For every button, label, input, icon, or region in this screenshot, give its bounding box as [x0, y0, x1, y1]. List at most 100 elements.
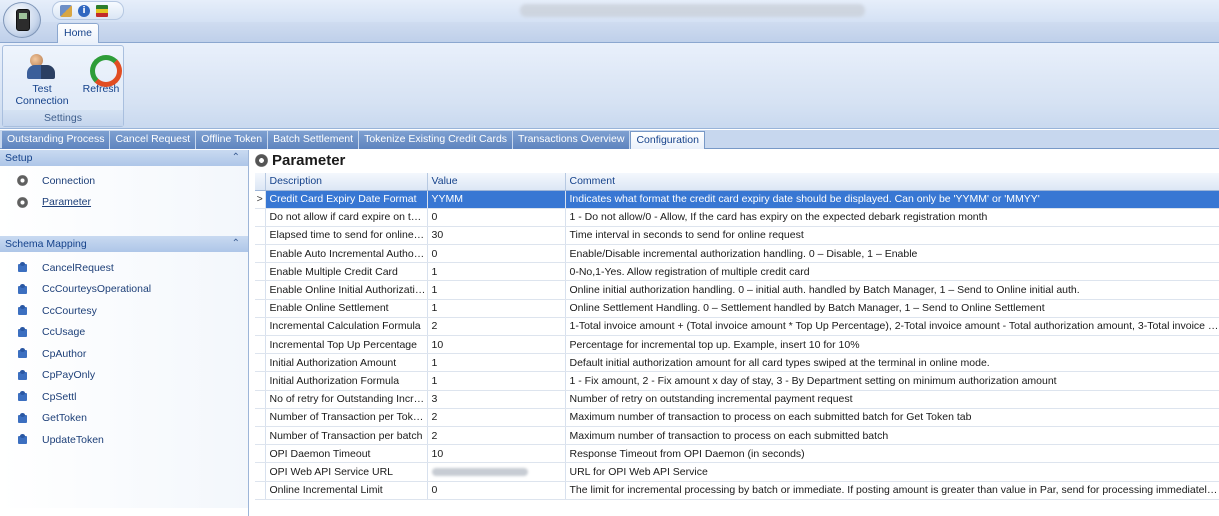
table-row[interactable]: Initial Authorization Amount 1 Default ini…: [255, 353, 1219, 373]
cell-comment[interactable]: The limit for incremental processing by …: [565, 481, 1219, 500]
cell-value-redacted[interactable]: [427, 462, 566, 482]
sidebar-item-parameter[interactable]: Parameter: [0, 192, 248, 214]
cell-description[interactable]: Enable Multiple Credit Card: [265, 262, 428, 282]
cell-value[interactable]: 0: [427, 481, 566, 500]
cell-description[interactable]: Initial Authorization Amount: [265, 353, 428, 373]
table-row[interactable]: OPI Daemon Timeout 10 Response Timeout fro…: [255, 444, 1219, 464]
cell-comment[interactable]: Indicates what format the credit card ex…: [565, 190, 1219, 209]
table-row[interactable]: Elapsed time to send for online re… 30 Tim…: [255, 226, 1219, 246]
cell-comment[interactable]: Percentage for incremental top up. Examp…: [565, 335, 1219, 355]
application-menu-button[interactable]: [3, 2, 41, 38]
tab-configuration[interactable]: Configuration: [630, 131, 705, 149]
cell-description[interactable]: Incremental Calculation Formula: [265, 317, 428, 337]
cell-description[interactable]: Enable Auto Incremental Authoriz…: [265, 244, 428, 264]
table-row[interactable]: Number of Transaction per Token… 2 Maximum…: [255, 408, 1219, 427]
cell-description[interactable]: Do not allow if card expire on the…: [265, 208, 428, 227]
cell-description[interactable]: Initial Authorization Formula: [265, 371, 428, 391]
table-row[interactable]: Enable Multiple Credit Card 1 0-No,1-Yes. …: [255, 262, 1219, 282]
table-row[interactable]: Incremental Calculation Formula 2 1-Total …: [255, 317, 1219, 337]
sidebar-item-cccourtesy[interactable]: CcCourtesy: [0, 300, 248, 322]
cell-comment[interactable]: Default initial authorization amount for…: [565, 353, 1219, 373]
cell-description[interactable]: Incremental Top Up Percentage: [265, 335, 428, 355]
cell-description[interactable]: Elapsed time to send for online re…: [265, 226, 428, 246]
tab-outstanding-process[interactable]: Outstanding Process: [2, 131, 111, 149]
table-row[interactable]: Online Incremental Limit 0 The limit for i…: [255, 481, 1219, 500]
collapse-icon[interactable]: ⌃: [232, 150, 240, 166]
cell-description[interactable]: Number of Transaction per batch: [265, 426, 428, 446]
sidebar-item-updatetoken[interactable]: UpdateToken: [0, 429, 248, 451]
cell-comment[interactable]: 1-Total invoice amount + (Total invoice …: [565, 317, 1219, 337]
cell-value[interactable]: 2: [427, 317, 566, 337]
cell-comment[interactable]: Response Timeout from OPI Daemon (in sec…: [565, 444, 1219, 464]
cell-comment[interactable]: 0-No,1-Yes. Allow registration of multip…: [565, 262, 1219, 282]
cell-comment[interactable]: Maximum number of transaction to process…: [565, 426, 1219, 446]
table-row[interactable]: Number of Transaction per batch 2 Maximum …: [255, 426, 1219, 446]
cell-value[interactable]: 1: [427, 353, 566, 373]
cell-comment[interactable]: Number of retry on outstanding increment…: [565, 390, 1219, 409]
sidebar-item-cccourteysoperational[interactable]: CcCourteysOperational: [0, 279, 248, 301]
cell-value[interactable]: 2: [427, 408, 566, 427]
cell-description[interactable]: Credit Card Expiry Date Format: [265, 190, 428, 209]
table-row[interactable]: > Credit Card Expiry Date Format YYMM Indic…: [255, 190, 1219, 209]
cell-value[interactable]: 10: [427, 444, 566, 464]
table-row[interactable]: Enable Online Initial Authorization 1 Onli…: [255, 280, 1219, 300]
cell-value[interactable]: 30: [427, 226, 566, 246]
cell-comment[interactable]: Online Settlement Handling. 0 – Settleme…: [565, 299, 1219, 318]
cell-comment[interactable]: 1 - Do not allow/0 - Allow, If the card …: [565, 208, 1219, 227]
table-row[interactable]: Initial Authorization Formula 1 1 - Fix am…: [255, 371, 1219, 391]
table-row[interactable]: No of retry for Outstanding Incre… 3 Numbe…: [255, 390, 1219, 409]
tab-home[interactable]: Home: [57, 23, 99, 44]
cell-comment[interactable]: URL for OPI Web API Service: [565, 462, 1219, 482]
cell-value[interactable]: 1: [427, 262, 566, 282]
sidebar-item-cpauthor[interactable]: CpAuthor: [0, 343, 248, 365]
table-row[interactable]: Incremental Top Up Percentage 10 Percentag…: [255, 335, 1219, 355]
cell-value[interactable]: 1: [427, 371, 566, 391]
sidebar-item-cppayonly[interactable]: CpPayOnly: [0, 365, 248, 387]
table-row[interactable]: Enable Auto Incremental Authoriz… 0 Enable…: [255, 244, 1219, 264]
info-icon[interactable]: i: [78, 4, 90, 17]
cell-value[interactable]: 1: [427, 280, 566, 300]
cell-description[interactable]: Number of Transaction per Token…: [265, 408, 428, 427]
column-header-value[interactable]: Value: [427, 173, 566, 191]
tab-cancel-request[interactable]: Cancel Request: [110, 131, 197, 149]
cell-description[interactable]: OPI Web API Service URL: [265, 462, 428, 482]
refresh-button[interactable]: Refresh: [82, 48, 122, 100]
table-row[interactable]: Enable Online Settlement 1 Online Settleme…: [255, 299, 1219, 318]
table-row[interactable]: Do not allow if card expire on the… 0 1 - …: [255, 208, 1219, 227]
cell-value[interactable]: YYMM: [427, 190, 566, 209]
cell-description[interactable]: Enable Online Settlement: [265, 299, 428, 318]
table-row[interactable]: OPI Web API Service URL URL for OPI Web A…: [255, 462, 1219, 482]
tab-batch-settlement[interactable]: Batch Settlement: [268, 131, 360, 149]
cell-comment[interactable]: Enable/Disable incremental authorization…: [565, 244, 1219, 264]
tab-transactions-overview[interactable]: Transactions Overview: [513, 131, 631, 149]
sidebar-item-gettoken[interactable]: GetToken: [0, 408, 248, 430]
flag-icon[interactable]: [96, 4, 108, 17]
setup-section-header[interactable]: Setup ⌃: [0, 150, 248, 166]
schema-mapping-section-header[interactable]: Schema Mapping ⌃: [0, 236, 248, 252]
cell-description[interactable]: Enable Online Initial Authorization: [265, 280, 428, 300]
cell-value[interactable]: 0: [427, 244, 566, 264]
cell-description[interactable]: No of retry for Outstanding Incre…: [265, 390, 428, 409]
cell-value[interactable]: 0: [427, 208, 566, 227]
cell-description[interactable]: Online Incremental Limit: [265, 481, 428, 500]
tab-offline-token[interactable]: Offline Token: [196, 131, 269, 149]
test-connection-button[interactable]: Test Connection: [5, 48, 79, 107]
chart-icon[interactable]: [60, 4, 72, 17]
collapse-icon[interactable]: ⌃: [232, 236, 240, 252]
cell-value[interactable]: 10: [427, 335, 566, 355]
sidebar-item-cancelrequest[interactable]: CancelRequest: [0, 257, 248, 279]
cell-value[interactable]: 1: [427, 299, 566, 318]
cell-comment[interactable]: Time interval in seconds to send for onl…: [565, 226, 1219, 246]
column-header-comment[interactable]: Comment: [565, 173, 1219, 191]
sidebar-item-cpsettl[interactable]: CpSettl: [0, 386, 248, 408]
cell-description[interactable]: OPI Daemon Timeout: [265, 444, 428, 464]
cell-comment[interactable]: Online initial authorization handling. 0…: [565, 280, 1219, 300]
cell-comment[interactable]: 1 - Fix amount, 2 - Fix amount x day of …: [565, 371, 1219, 391]
cell-comment[interactable]: Maximum number of transaction to process…: [565, 408, 1219, 427]
sidebar-item-ccusage[interactable]: CcUsage: [0, 322, 248, 344]
tab-tokenize-existing-credit-cards[interactable]: Tokenize Existing Credit Cards: [359, 131, 514, 149]
column-header-description[interactable]: Description: [265, 173, 428, 191]
sidebar-item-connection[interactable]: Connection: [0, 170, 248, 192]
cell-value[interactable]: 2: [427, 426, 566, 446]
cell-value[interactable]: 3: [427, 390, 566, 409]
